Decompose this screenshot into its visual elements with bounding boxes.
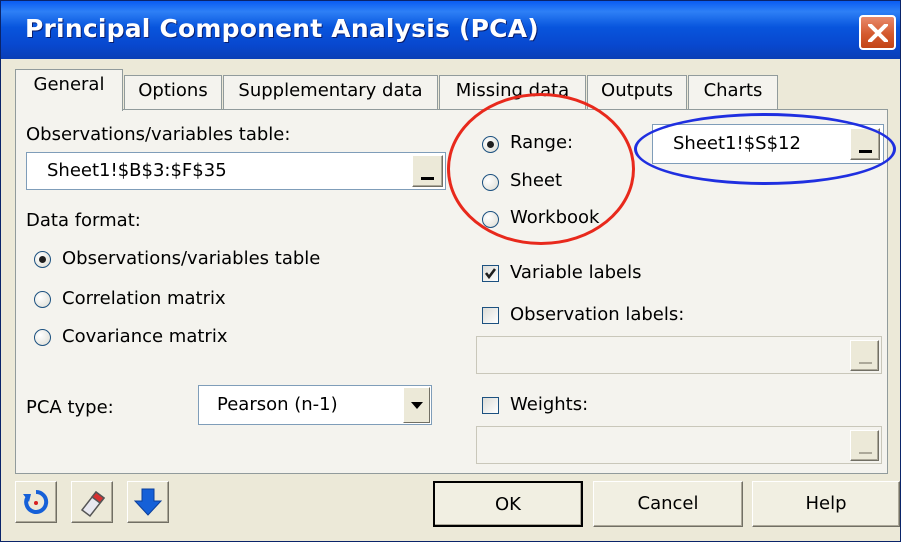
weights-input[interactable] — [476, 426, 882, 464]
browse-icon — [859, 452, 872, 454]
chevron-down-icon[interactable] — [403, 387, 430, 423]
radio-workbook[interactable] — [482, 211, 499, 228]
down-arrow-icon — [133, 488, 163, 516]
radio-covariance-matrix[interactable] — [34, 329, 51, 346]
obs-vars-browse-button[interactable] — [412, 155, 443, 187]
weights-checkbox[interactable] — [482, 397, 499, 414]
obs-vars-table-value: Sheet1!$B$3:$F$35 — [47, 160, 227, 181]
pca-type-value: Pearson (n-1) — [217, 394, 338, 415]
tab-charts[interactable]: Charts — [688, 75, 778, 109]
data-format-label: Data format: — [26, 210, 141, 231]
checkmark-icon — [484, 268, 497, 280]
general-tab-panel: Observations/variables table: Sheet1!$B$… — [15, 109, 888, 474]
observation-labels-checkbox[interactable] — [482, 307, 499, 324]
pca-type-select[interactable]: Pearson (n-1) — [198, 385, 432, 425]
help-button[interactable]: Help — [752, 481, 900, 527]
browse-icon — [859, 150, 872, 153]
tab-missing-data[interactable]: Missing data — [439, 75, 586, 109]
tab-outputs[interactable]: Outputs — [587, 75, 687, 109]
cancel-button[interactable]: Cancel — [593, 481, 743, 527]
browse-icon — [859, 362, 872, 364]
tab-general[interactable]: General — [15, 69, 123, 111]
obs-vars-table-input[interactable]: Sheet1!$B$3:$F$35 — [26, 152, 446, 190]
observation-labels-browse-button[interactable] — [850, 340, 879, 371]
range-browse-button[interactable] — [850, 128, 880, 160]
pca-type-label: PCA type: — [26, 397, 114, 418]
radio-label-range[interactable]: Range: — [510, 132, 573, 153]
radio-observations-variables-table[interactable] — [34, 251, 51, 268]
obs-vars-table-label: Observations/variables table: — [26, 124, 291, 145]
weights-browse-button[interactable] — [850, 430, 879, 461]
close-icon — [868, 24, 888, 42]
range-value: Sheet1!$S$12 — [673, 133, 801, 154]
title-bar[interactable]: Principal Component Analysis (PCA) — [1, 1, 900, 59]
tab-supplementary-data[interactable]: Supplementary data — [223, 75, 438, 109]
variable-labels-checkbox[interactable] — [482, 265, 499, 282]
radio-label-correlation-matrix[interactable]: Correlation matrix — [62, 288, 226, 309]
move-down-button[interactable] — [127, 481, 169, 523]
reset-button[interactable] — [15, 481, 57, 523]
radio-label-sheet[interactable]: Sheet — [510, 170, 562, 191]
variable-labels-label[interactable]: Variable labels — [510, 262, 642, 283]
observation-labels-label[interactable]: Observation labels: — [510, 304, 684, 325]
radio-label-workbook[interactable]: Workbook — [510, 207, 599, 228]
browse-icon — [421, 177, 434, 180]
eraser-icon — [80, 490, 106, 518]
weights-label[interactable]: Weights: — [510, 394, 588, 415]
pca-dialog: Principal Component Analysis (PCA) Gener… — [0, 0, 901, 542]
tab-options[interactable]: Options — [124, 75, 222, 109]
radio-label-covariance-matrix[interactable]: Covariance matrix — [62, 326, 227, 347]
clear-button[interactable] — [71, 481, 113, 523]
radio-label-observations-variables-table[interactable]: Observations/variables table — [62, 248, 320, 269]
radio-correlation-matrix[interactable] — [34, 291, 51, 308]
close-button[interactable] — [859, 15, 896, 50]
observation-labels-input[interactable] — [476, 336, 882, 374]
ok-button[interactable]: OK — [433, 481, 583, 527]
radio-range[interactable] — [482, 136, 499, 153]
radio-sheet[interactable] — [482, 174, 499, 191]
reset-icon — [23, 489, 49, 514]
window-title: Principal Component Analysis (PCA) — [25, 14, 539, 43]
